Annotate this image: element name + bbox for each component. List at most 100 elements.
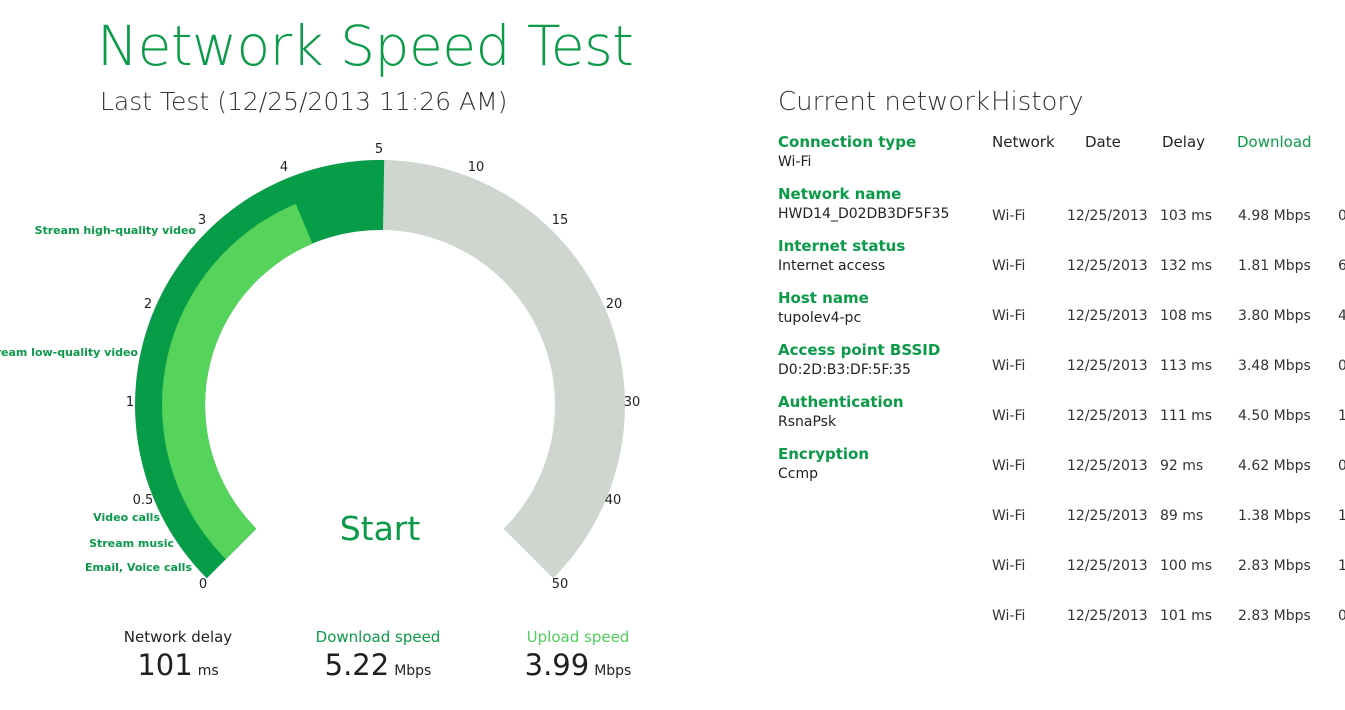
history-cell-upload: 0 (1338, 458, 1345, 474)
network-field-value: Wi-Fi (778, 154, 812, 170)
gauge-tick-0: 0 (199, 577, 207, 592)
quality-label-email-voice: Email, Voice calls (85, 561, 192, 574)
history-cell-date: 12/25/2013 (1067, 458, 1148, 474)
network-field-value: Ccmp (778, 466, 818, 482)
gauge-tick-50: 50 (552, 577, 569, 592)
gauge-tick-0-5: 0.5 (133, 493, 154, 508)
network-field: Network name HWD14_D02DB3DF5F35 (778, 185, 949, 222)
history-cell-date: 12/25/2013 (1067, 308, 1148, 324)
network-field-label: Host name (778, 289, 869, 307)
gauge-tick-30: 30 (624, 395, 641, 410)
history-cell-date: 12/25/2013 (1067, 358, 1148, 374)
network-field-label: Connection type (778, 133, 917, 151)
history-cell-download: 1.81 Mbps (1238, 258, 1311, 274)
gauge-tick-2: 2 (144, 297, 152, 312)
history-cell-upload: 0 (1338, 208, 1345, 224)
download-speed-unit: Mbps (394, 663, 432, 679)
history-cell-download: 4.62 Mbps (1238, 458, 1311, 474)
download-speed-value: 5.22 (324, 648, 390, 682)
quality-label-hq-video: Stream high-quality video (35, 224, 197, 237)
app-title: Network Speed Test (97, 14, 634, 78)
history-cell-network: Wi-Fi (992, 458, 1026, 474)
download-speed-stat: Download speed 5.22 Mbps (278, 628, 478, 682)
history-cell-network: Wi-Fi (992, 258, 1026, 274)
network-field-value: HWD14_D02DB3DF5F35 (778, 206, 950, 222)
history-cell-upload: 1 (1338, 408, 1345, 424)
history-cell-download: 2.83 Mbps (1238, 608, 1311, 624)
history-cell-upload: 4 (1338, 308, 1345, 324)
history-cell-delay: 103 ms (1160, 208, 1213, 224)
network-field-value: RsnaPsk (778, 414, 837, 430)
history-cell-network: Wi-Fi (992, 408, 1026, 424)
upload-speed-label: Upload speed (526, 628, 630, 646)
network-field-label: Network name (778, 185, 902, 203)
history-cell-date: 12/25/2013 (1067, 508, 1148, 524)
download-speed-label: Download speed (315, 628, 441, 646)
history-cell-download: 1.38 Mbps (1238, 508, 1311, 524)
history-cell-network: Wi-Fi (992, 508, 1026, 524)
network-field-label: Access point BSSID (778, 341, 941, 359)
history-cell-download: 2.83 Mbps (1238, 558, 1311, 574)
history-cell-delay: 108 ms (1160, 308, 1213, 324)
gauge-tick-3: 3 (198, 213, 206, 228)
history-cell-network: Wi-Fi (992, 608, 1026, 624)
history-cell-delay: 92 ms (1160, 458, 1204, 474)
network-field-label: Encryption (778, 445, 870, 463)
history-cell-date: 12/25/2013 (1067, 608, 1148, 624)
network-delay-unit: ms (197, 663, 219, 679)
history-cell-download: 4.50 Mbps (1238, 408, 1311, 424)
last-test-timestamp: Last Test (12/25/2013 11:26 AM) (100, 87, 508, 116)
network-field: Host name tupolev4-pc (778, 289, 869, 326)
network-delay-stat: Network delay 101 ms (78, 628, 278, 682)
history-cell-upload: 6 (1338, 258, 1345, 274)
upload-speed-value: 3.99 (524, 648, 590, 682)
upload-speed-stat: Upload speed 3.99 Mbps (478, 628, 678, 682)
start-button[interactable]: Start (340, 509, 421, 548)
history-cell-network: Wi-Fi (992, 558, 1026, 574)
history-cell-download: 4.98 Mbps (1238, 208, 1311, 224)
history-cell-network: Wi-Fi (992, 208, 1026, 224)
gauge-tick-10: 10 (468, 160, 485, 175)
network-field-value: Internet access (778, 258, 886, 274)
history-cell-upload: 1 (1338, 508, 1345, 524)
history-cell-date: 12/25/2013 (1067, 558, 1148, 574)
history-cell-network: Wi-Fi (992, 308, 1026, 324)
history-cell-upload: 0 (1338, 358, 1345, 374)
history-cell-delay: 113 ms (1160, 358, 1213, 374)
speed-gauge: 0 0.5 1 2 3 4 5 10 15 20 30 40 50 Stream… (0, 142, 641, 592)
gauge-tick-20: 20 (606, 297, 623, 312)
quality-label-video-calls: Video calls (93, 511, 160, 524)
history-cell-date: 12/25/2013 (1067, 408, 1148, 424)
history-col-download[interactable]: Download (1237, 133, 1312, 151)
network-field-value: tupolev4-pc (778, 310, 862, 326)
history-cell-download: 3.48 Mbps (1238, 358, 1311, 374)
current-network-title: Current network (778, 87, 990, 117)
quality-label-lq-video: Stream low-quality video (0, 346, 138, 359)
gauge-tick-1: 1 (126, 395, 134, 410)
network-delay-label: Network delay (123, 628, 233, 646)
network-field-label: Authentication (778, 393, 904, 411)
history-col-network[interactable]: Network (992, 133, 1055, 151)
history-cell-upload: 0 (1338, 608, 1345, 624)
upload-speed-unit: Mbps (594, 663, 632, 679)
gauge-tick-40: 40 (605, 493, 622, 508)
quality-label-stream-music: Stream music (89, 537, 174, 550)
gauge-tick-4: 4 (280, 160, 288, 175)
history-col-date[interactable]: Date (1085, 133, 1121, 151)
history-cell-network: Wi-Fi (992, 358, 1026, 374)
network-field-label: Internet status (778, 237, 906, 255)
history-cell-delay: 132 ms (1160, 258, 1213, 274)
history-cell-date: 12/25/2013 (1067, 258, 1148, 274)
history-cell-delay: 89 ms (1160, 508, 1204, 524)
history-col-delay[interactable]: Delay (1162, 133, 1205, 151)
history-cell-date: 12/25/2013 (1067, 208, 1148, 224)
network-field: Authentication RsnaPsk (778, 393, 904, 430)
network-field-value: D0:2D:B3:DF:5F:35 (778, 362, 911, 378)
history-cell-download: 3.80 Mbps (1238, 308, 1311, 324)
network-field: Connection type Wi-Fi (778, 133, 916, 170)
history-cell-delay: 101 ms (1160, 608, 1213, 624)
network-field: Access point BSSID D0:2D:B3:DF:5F:35 (778, 341, 940, 378)
history-cell-delay: 111 ms (1160, 408, 1213, 424)
network-field: Encryption Ccmp (778, 445, 869, 482)
gauge-tick-15: 15 (552, 213, 569, 228)
